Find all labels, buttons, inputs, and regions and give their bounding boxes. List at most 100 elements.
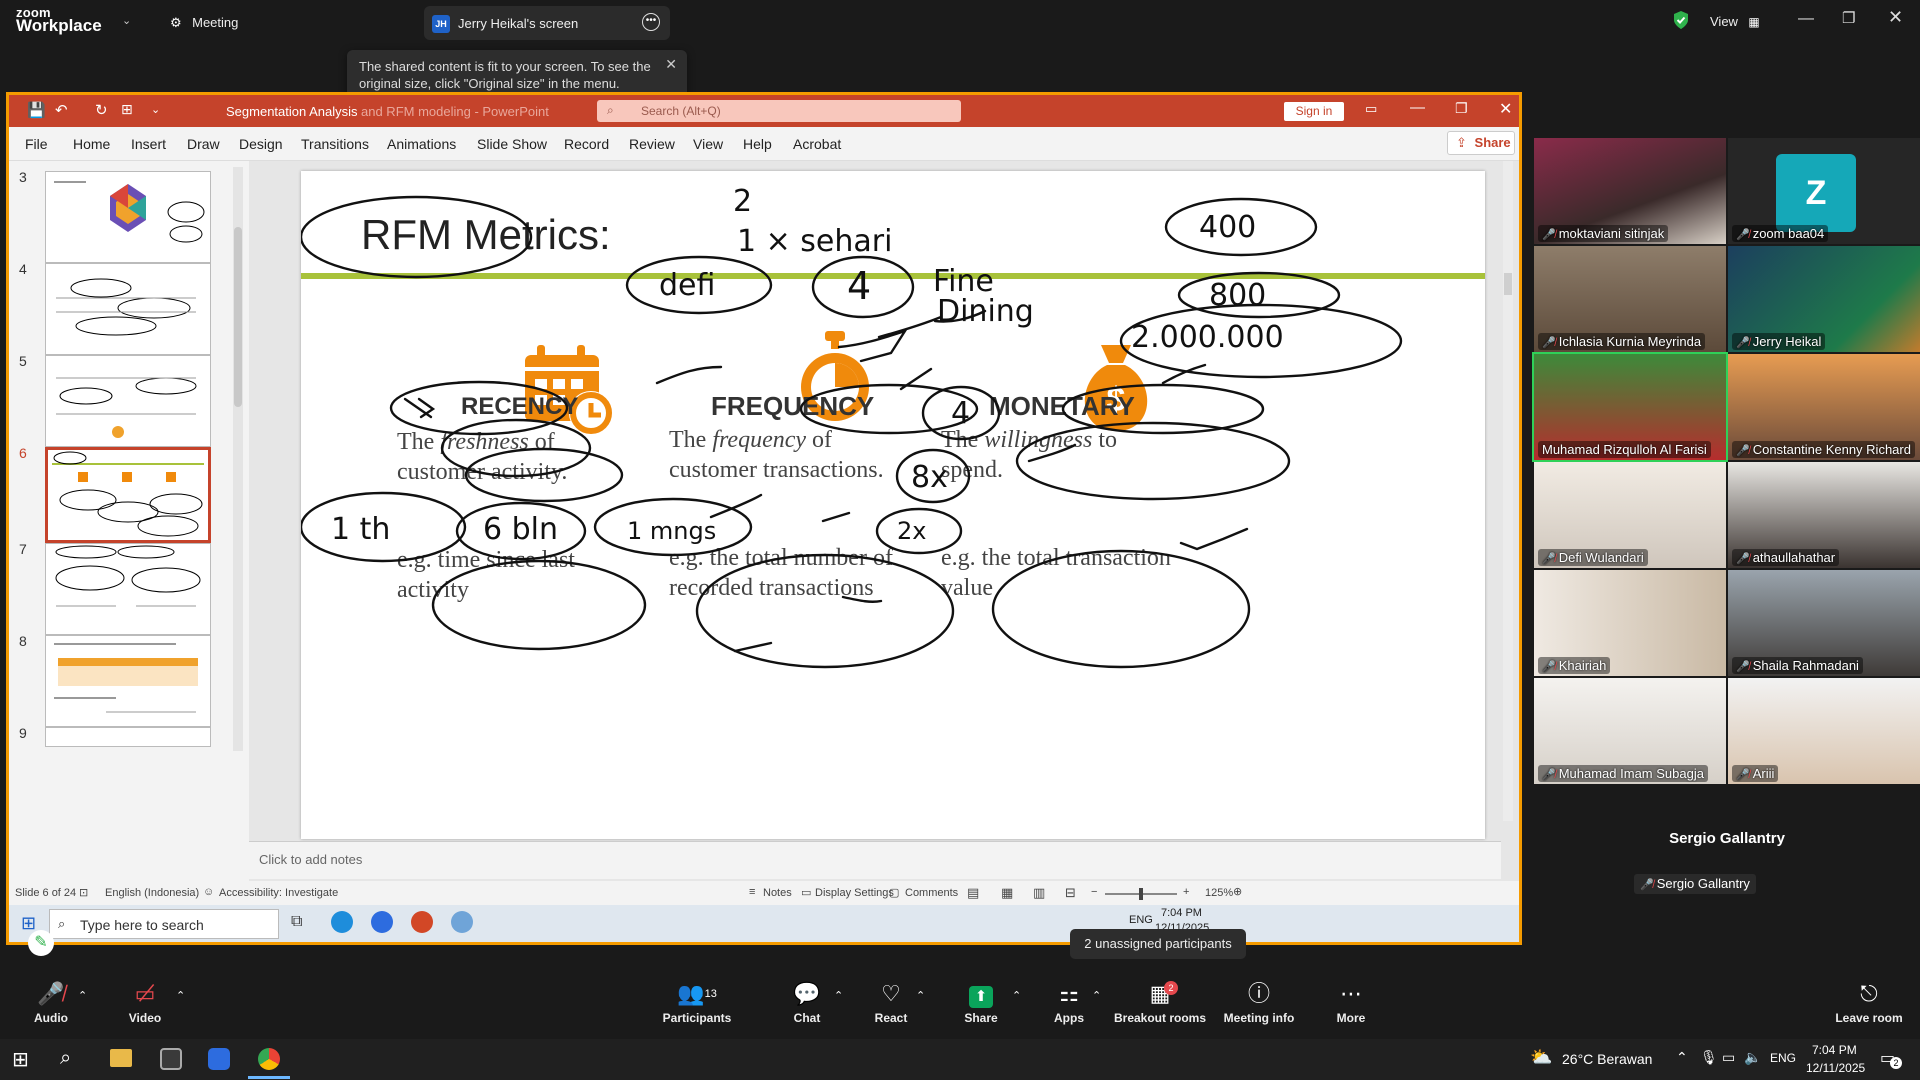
browser-app-icon[interactable] [451,911,473,933]
tab-record[interactable]: Record [564,136,609,152]
share-ribbon-button[interactable]: ⇪ Share [1447,131,1515,155]
powerpoint-app-icon[interactable] [411,911,433,933]
meeting-tab[interactable]: ⚙ Meeting [170,14,238,32]
video-tile[interactable]: 🎤̸ Muhamad Imam Subagja [1534,678,1726,784]
minimize-icon[interactable]: — [1798,10,1814,28]
language-status[interactable]: English (Indonesia) [105,887,199,899]
notes-toggle[interactable]: Notes [763,887,792,899]
ppt-minimize-icon[interactable]: — [1410,99,1425,116]
ppt-restore-icon[interactable]: ❐ [1455,100,1468,117]
chevron-down-icon[interactable]: ⌄ [122,14,131,27]
video-tile[interactable]: Z 🎤̸ zoom baa04 [1728,138,1920,244]
file-explorer-icon[interactable] [110,1049,132,1067]
thumbnail-scrollbar-thumb[interactable] [234,227,242,407]
tray-chevron-icon[interactable]: ⌃ [1676,1049,1688,1066]
normal-view-icon[interactable]: ▤ [967,885,979,901]
slideshow-icon[interactable]: ⊟ [1065,885,1076,901]
video-tile[interactable]: 🎤̸ moktaviani sitinjak [1534,138,1726,244]
network-icon[interactable]: ▭ [1722,1049,1735,1066]
undo-icon[interactable]: ↶ [55,101,68,119]
zoom-out-icon[interactable]: − [1091,886,1097,898]
accessibility-status[interactable]: Accessibility: Investigate [219,887,338,899]
chat-button[interactable]: 💬 Chat [762,977,852,1039]
zoom-taskbar-icon[interactable] [208,1048,230,1070]
shared-screen-tab[interactable]: JH Jerry Heikal's screen ••• [424,6,670,40]
apps-options-chevron-icon[interactable]: ⌃ [1092,989,1101,1002]
notes-pane[interactable]: Click to add notes [249,841,1501,879]
apps-button[interactable]: ⚏ Apps [1024,977,1114,1039]
windows-start-icon[interactable]: ⊞ [12,1047,29,1072]
share-screen-button[interactable]: ⬆ Share [936,977,1026,1039]
zoom-slider-thumb[interactable] [1139,888,1143,900]
taskbar-search-box[interactable]: ⌕ Type here to search [49,909,279,939]
ppt-close-icon[interactable]: ✕ [1499,99,1512,119]
clock-date[interactable]: 12/11/2025 [1806,1061,1865,1075]
inner-taskbar-language[interactable]: ENG [1129,914,1153,926]
current-slide[interactable]: RFM Metrics: $ RECENCY FREQUENCY MONETAR… [301,171,1485,839]
tab-acrobat[interactable]: Acrobat [793,136,841,152]
slide-thumbnail-7[interactable] [45,543,211,635]
camera-app-icon[interactable] [160,1048,182,1070]
restore-icon[interactable]: ❐ [1842,9,1855,27]
ribbon-display-icon[interactable]: ▭ [1365,101,1377,117]
video-tile[interactable]: 🎤̸ Constantine Kenny Richard [1728,354,1920,460]
sign-in-button[interactable]: Sign in [1284,102,1344,121]
chat-options-chevron-icon[interactable]: ⌃ [834,989,843,1002]
tab-insert[interactable]: Insert [131,136,166,152]
slide-thumbnail-9[interactable] [45,727,211,747]
tab-transitions[interactable]: Transitions [301,136,369,152]
tab-view[interactable]: View [693,136,723,152]
comments-toggle[interactable]: Comments [905,887,958,899]
reading-view-icon[interactable]: ▥ [1033,885,1045,901]
participants-button[interactable]: 👥13 Participants [652,977,742,1039]
clock-time[interactable]: 7:04 PM [1812,1043,1857,1057]
tab-slide-show[interactable]: Slide Show [477,136,547,152]
task-view-icon[interactable]: ⧉ [291,913,302,931]
slide-sorter-icon[interactable]: ▦ [1001,885,1013,901]
redo-icon[interactable]: ↻ [95,101,108,119]
video-tile[interactable]: 🎤̸ Shaila Rahmadani [1728,570,1920,676]
customize-toolbar-icon[interactable]: ⌄ [151,103,160,116]
breakout-rooms-button[interactable]: ▦ 2 Breakout rooms [1112,977,1208,1039]
share-options-chevron-icon[interactable]: ⌃ [1012,989,1021,1002]
meeting-info-button[interactable]: ⓘ Meeting info [1214,977,1304,1039]
display-settings[interactable]: Display Settings [815,887,894,899]
volume-icon[interactable]: 🔈 [1744,1049,1761,1066]
tab-help[interactable]: Help [743,136,772,152]
leave-room-button[interactable]: ⎋ Leave room [1824,977,1914,1039]
chrome-icon[interactable] [258,1048,280,1070]
slide-thumbnail-4[interactable] [45,263,211,355]
spell-check-icon[interactable]: ⊡ [79,886,88,899]
tab-home[interactable]: Home [73,136,110,152]
save-icon[interactable]: 💾 [27,101,46,119]
zoom-percent[interactable]: 125% [1205,887,1233,899]
video-button[interactable]: ▭̸ Video [100,977,190,1039]
tab-draw[interactable]: Draw [187,136,220,152]
zoom-app-icon[interactable] [371,911,393,933]
edge-browser-icon[interactable] [331,911,353,933]
react-options-chevron-icon[interactable]: ⌃ [916,989,925,1002]
video-tile[interactable]: 🎤̸ Ichlasia Kurnia Meyrinda [1534,246,1726,352]
video-tile[interactable]: 🎤̸ athaullahathar [1728,462,1920,568]
tab-review[interactable]: Review [629,136,675,152]
search-icon[interactable]: ⌕ [60,1047,71,1070]
fit-slide-icon[interactable]: ⊕ [1233,885,1242,898]
more-options-icon[interactable]: ••• [642,13,660,31]
slide-thumbnail-5[interactable] [45,355,211,447]
search-box[interactable]: ⌕ Search (Alt+Q) [597,100,961,122]
slide-thumbnail-3[interactable] [45,171,211,263]
tooltip-close-icon[interactable]: ✕ [665,56,677,73]
zoom-in-icon[interactable]: + [1183,886,1189,898]
react-button[interactable]: ♡ React [846,977,936,1039]
audio-button[interactable]: 🎤̸ Audio [6,977,96,1039]
annotate-pen-icon[interactable]: ✎ [28,930,54,956]
tab-animations[interactable]: Animations [387,136,456,152]
video-tile[interactable]: 🎤̸ Khairiah [1534,570,1726,676]
more-button[interactable]: ⋯ More [1306,977,1396,1039]
video-tile[interactable]: 🎤̸ Ariii [1728,678,1920,784]
present-icon[interactable]: ⊞ [121,101,133,118]
zoom-workplace-logo[interactable]: zoom Workplace [16,6,102,34]
language-indicator[interactable]: ENG [1770,1051,1796,1065]
close-icon[interactable]: ✕ [1888,7,1903,28]
slide-thumbnail-6-selected[interactable] [45,447,211,543]
